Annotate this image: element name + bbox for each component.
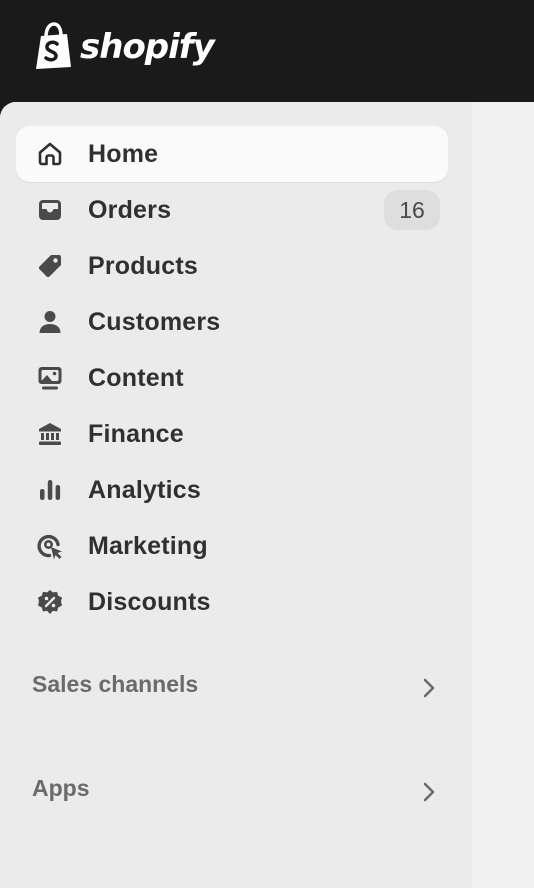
- sidebar-item-label: Home: [88, 140, 159, 168]
- chevron-right-icon: [423, 782, 435, 802]
- target-icon: [37, 534, 62, 560]
- sidebar: Home Orders 16 Products Customers Conten…: [0, 102, 472, 888]
- inbox-icon: [39, 200, 61, 220]
- bar-chart-icon: [40, 480, 61, 500]
- apps-section[interactable]: Apps: [16, 766, 448, 810]
- sidebar-item-label: Marketing: [88, 532, 208, 560]
- sidebar-item-label: Customers: [88, 308, 221, 336]
- sidebar-item-customers[interactable]: Customers: [16, 294, 448, 350]
- person-icon: [39, 311, 61, 333]
- brand-name: shopify: [80, 27, 215, 67]
- sidebar-item-orders[interactable]: Orders 16: [16, 182, 448, 238]
- home-icon: [38, 142, 62, 166]
- image-icon: [38, 367, 62, 390]
- discount-icon: [38, 590, 62, 614]
- chevron-right-icon: [423, 678, 435, 698]
- sidebar-item-label: Finance: [88, 420, 184, 448]
- orders-count-badge: 16: [384, 190, 440, 230]
- sidebar-item-home[interactable]: Home: [16, 126, 448, 182]
- sidebar-item-label: Orders: [88, 196, 172, 224]
- app-shell: Home Orders 16 Products Customers Conten…: [0, 102, 534, 888]
- section-label: Sales channels: [32, 671, 199, 697]
- section-label: Apps: [32, 775, 90, 801]
- sidebar-nav: Home Orders 16 Products Customers Conten…: [16, 126, 448, 630]
- sidebar-item-label: Products: [88, 252, 198, 280]
- sidebar-item-analytics[interactable]: Analytics: [16, 462, 448, 518]
- shopify-logo[interactable]: shopify: [32, 22, 215, 70]
- sales-channels-section[interactable]: Sales channels: [16, 662, 448, 706]
- top-bar: shopify: [0, 0, 534, 102]
- sidebar-item-marketing[interactable]: Marketing: [16, 518, 448, 574]
- sidebar-item-label: Discounts: [88, 588, 211, 616]
- bank-icon: [39, 423, 61, 445]
- shopping-bag-icon: [36, 22, 71, 69]
- sidebar-item-finance[interactable]: Finance: [16, 406, 448, 462]
- sidebar-item-label: Content: [88, 364, 184, 392]
- sidebar-item-products[interactable]: Products: [16, 238, 448, 294]
- sidebar-item-discounts[interactable]: Discounts: [16, 574, 448, 630]
- tag-icon: [38, 255, 61, 278]
- sidebar-item-content[interactable]: Content: [16, 350, 448, 406]
- sidebar-item-label: Analytics: [88, 476, 201, 504]
